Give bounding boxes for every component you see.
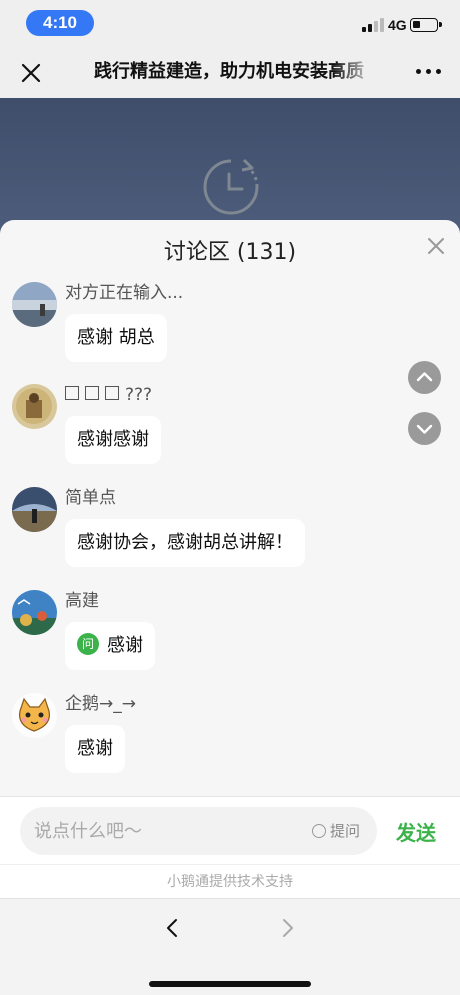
forward-button[interactable] bbox=[276, 917, 298, 939]
chevron-down-icon bbox=[416, 424, 433, 434]
message-bubble: 感谢协会，感谢胡总讲解！ bbox=[65, 519, 305, 567]
message-text: 感谢感谢 bbox=[77, 429, 149, 450]
powered-by-text: 小鹅通提供技术支持 bbox=[0, 864, 460, 898]
message-bubble: 问感谢 bbox=[65, 622, 155, 670]
nav-bar: 践行精益建造，助力机电安装高质 bbox=[0, 46, 460, 98]
status-bar: 4:10 4G bbox=[0, 0, 460, 46]
message-nickname: 高建 bbox=[65, 591, 99, 611]
back-button[interactable] bbox=[162, 917, 184, 939]
network-type: 4G bbox=[388, 17, 407, 33]
discussion-title: 讨论区 (131) bbox=[163, 240, 297, 265]
avatar[interactable] bbox=[12, 590, 57, 635]
avatar[interactable] bbox=[12, 282, 57, 327]
message-nickname: 简单点 bbox=[65, 488, 116, 508]
ask-question-toggle[interactable]: 提问 bbox=[312, 821, 360, 841]
browser-toolbar bbox=[0, 898, 460, 995]
message-bubble: 感谢 胡总 bbox=[65, 314, 167, 362]
chevron-left-icon bbox=[167, 919, 177, 937]
question-badge: 问 bbox=[77, 633, 99, 655]
message-bubble: 感谢感谢 bbox=[65, 416, 161, 464]
discussion-panel: 讨论区 (131) 对方正在输入... 感谢 胡总 ??? 感谢感谢 简单点 感… bbox=[0, 220, 460, 796]
avatar[interactable] bbox=[12, 693, 57, 738]
radio-circle-icon bbox=[312, 823, 326, 838]
message-text: 感谢 bbox=[107, 635, 143, 656]
scroll-up-button[interactable] bbox=[408, 361, 441, 394]
comment-input-container: 提问 bbox=[20, 807, 377, 855]
message-nickname: 对方正在输入... bbox=[65, 283, 184, 303]
placeholder-glyph-icon bbox=[85, 386, 99, 400]
ask-question-label: 提问 bbox=[330, 822, 361, 840]
placeholder-glyph-icon bbox=[105, 386, 119, 400]
signal-icon bbox=[362, 18, 384, 32]
avatar[interactable] bbox=[12, 487, 57, 532]
message-nickname: ??? bbox=[65, 384, 152, 406]
page-title: 践行精益建造，助力机电安装高质 bbox=[94, 61, 364, 82]
avatar[interactable] bbox=[12, 384, 57, 429]
placeholder-glyph-icon bbox=[65, 386, 79, 400]
chevron-up-icon bbox=[416, 372, 433, 382]
video-player[interactable] bbox=[0, 98, 460, 238]
chevron-right-icon bbox=[283, 919, 293, 937]
close-icon[interactable] bbox=[18, 60, 44, 86]
message-text: 感谢 bbox=[77, 738, 113, 759]
message-nickname: 企鹅→_→ bbox=[65, 694, 136, 714]
message-bubble: 感谢 bbox=[65, 725, 125, 773]
comment-input-bar: 提问 发送 bbox=[0, 796, 460, 864]
more-options-icon[interactable] bbox=[416, 66, 442, 78]
panel-close-icon[interactable] bbox=[426, 236, 446, 256]
home-indicator[interactable] bbox=[149, 981, 311, 987]
send-button[interactable]: 发送 bbox=[396, 817, 436, 846]
replay-clock-icon[interactable] bbox=[200, 156, 262, 218]
battery-icon bbox=[410, 18, 442, 32]
scroll-down-button[interactable] bbox=[408, 412, 441, 445]
status-time: 4:10 bbox=[26, 10, 94, 36]
message-text: 感谢 胡总 bbox=[77, 327, 155, 348]
comment-input[interactable] bbox=[34, 807, 304, 855]
message-text: 感谢协会，感谢胡总讲解！ bbox=[77, 532, 293, 553]
